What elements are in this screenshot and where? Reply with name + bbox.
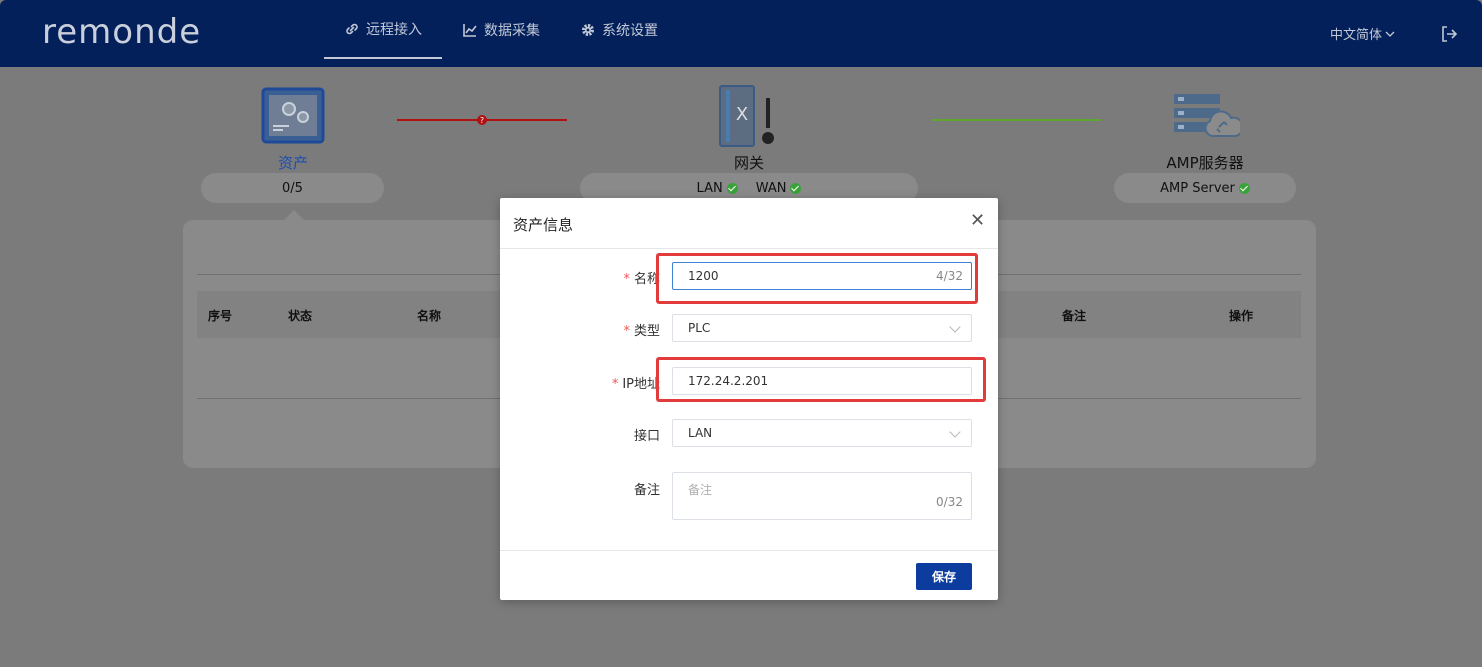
dialog-header-divider xyxy=(500,248,998,249)
interface-value: LAN xyxy=(688,426,713,440)
highlight-ip-field xyxy=(656,357,986,402)
save-button[interactable]: 保存 xyxy=(916,563,972,590)
nav-remote-access[interactable]: 远程接入 xyxy=(324,0,442,59)
language-label: 中文简体 xyxy=(1330,28,1383,43)
type-value: PLC xyxy=(688,321,711,335)
required-mark: * xyxy=(623,272,630,287)
interface-label-text: 接口 xyxy=(633,429,660,444)
chevron-down-icon xyxy=(949,321,961,333)
chevron-down-icon xyxy=(949,426,961,438)
warning-icon[interactable]: ? xyxy=(477,115,487,125)
wan-label: WAN xyxy=(755,180,787,196)
svg-text:X: X xyxy=(736,104,748,125)
nav-system-settings[interactable]: 系统设置 xyxy=(560,0,678,59)
wan-ok-icon xyxy=(790,182,802,194)
main-nav: 远程接入 数据采集 系统设置 xyxy=(324,0,678,67)
col-index: 序号 xyxy=(208,309,233,323)
lan-label: LAN xyxy=(696,180,723,196)
col-name: 名称 xyxy=(417,309,442,323)
nav-data-collection[interactable]: 数据采集 xyxy=(442,0,560,59)
nav-label: 远程接入 xyxy=(366,21,422,38)
gateway-icon[interactable]: X xyxy=(718,84,780,148)
logout-icon[interactable] xyxy=(1439,24,1459,44)
lan-ok-icon xyxy=(726,182,738,194)
remark-placeholder: 备注 xyxy=(688,483,713,497)
amp-status-label: AMP Server xyxy=(1160,180,1235,196)
amp-status-pill: AMP Server xyxy=(1114,173,1296,203)
svg-text:?: ? xyxy=(480,116,484,125)
amp-ok-icon xyxy=(1238,182,1250,194)
language-selector[interactable]: 中文简体 xyxy=(1330,24,1396,43)
dialog-title: 资产信息 xyxy=(513,216,574,234)
nav-label: 数据采集 xyxy=(484,22,540,39)
nav-label: 系统设置 xyxy=(602,22,658,39)
chart-icon xyxy=(463,23,477,37)
remark-label: 备注 xyxy=(600,479,660,498)
link-icon xyxy=(346,23,358,34)
remark-label-text: 备注 xyxy=(633,483,660,498)
chevron-down-icon xyxy=(1385,31,1395,37)
name-label: * 名称 xyxy=(600,268,660,287)
amp-label[interactable]: AMP服务器 xyxy=(1145,152,1265,173)
ip-label: * IP地址 xyxy=(600,373,660,392)
required-mark: * xyxy=(623,324,630,339)
interface-label: 接口 xyxy=(600,425,660,444)
asset-label[interactable]: 资产 xyxy=(263,152,323,173)
col-remark: 备注 xyxy=(1062,309,1087,323)
col-status: 状态 xyxy=(288,309,313,323)
top-header: remonde 远程接入 数据采集 系统设置 中文简体 xyxy=(0,0,1482,67)
remark-textarea[interactable]: 备注 0/32 xyxy=(672,472,972,520)
close-icon[interactable]: ✕ xyxy=(970,212,985,230)
type-label: * 类型 xyxy=(600,320,660,339)
gateway-amp-link xyxy=(931,119,1101,121)
interface-select[interactable]: LAN xyxy=(672,419,972,447)
logo: remonde xyxy=(42,12,202,52)
required-mark: * xyxy=(611,377,619,392)
asset-count-pill: 0/5 xyxy=(201,173,384,203)
col-action: 操作 xyxy=(1229,309,1254,323)
dialog-footer-divider xyxy=(500,550,998,551)
gear-icon xyxy=(582,23,594,36)
amp-server-icon[interactable] xyxy=(1172,92,1240,140)
remark-counter: 0/32 xyxy=(936,495,963,509)
ip-label-text: IP地址 xyxy=(622,377,660,392)
asset-icon[interactable] xyxy=(261,87,325,144)
gateway-label[interactable]: 网关 xyxy=(719,152,779,173)
type-select[interactable]: PLC xyxy=(672,314,972,342)
asset-count: 0/5 xyxy=(282,180,303,196)
type-label-text: 类型 xyxy=(633,324,660,339)
highlight-name-field xyxy=(656,253,978,304)
